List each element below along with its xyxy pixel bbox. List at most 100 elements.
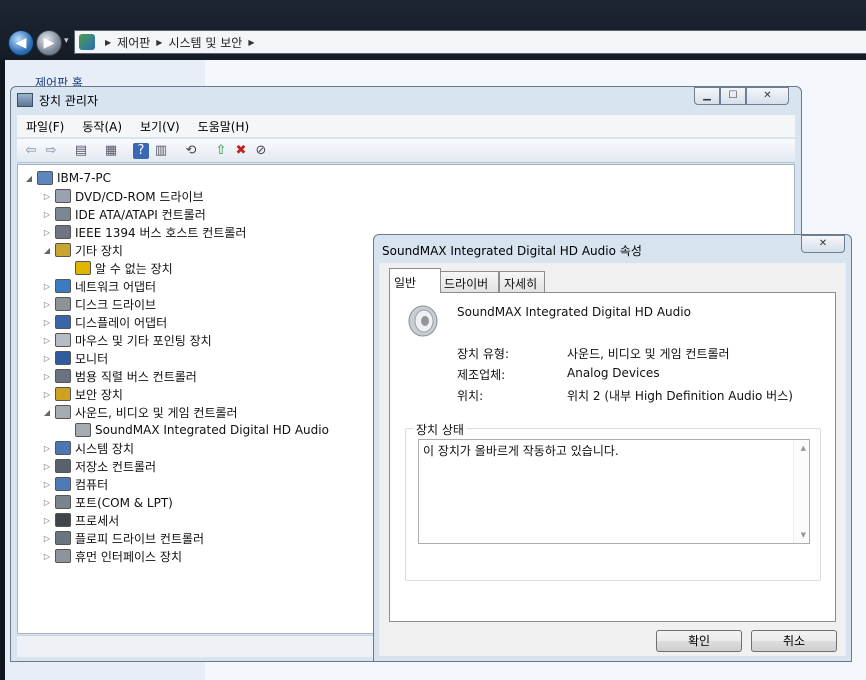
tree-item[interactable]: ▷ 모니터 bbox=[42, 349, 108, 367]
tab-details[interactable]: 자세히 bbox=[499, 271, 545, 292]
expand-arrow-icon[interactable]: ▷ bbox=[42, 444, 52, 453]
expand-arrow-icon[interactable]: ▷ bbox=[42, 372, 52, 381]
update-driver-icon[interactable]: ⇧ bbox=[213, 143, 229, 159]
tree-item-label: 프로세서 bbox=[75, 513, 120, 528]
show-hide-console-tree-icon[interactable]: ▤ bbox=[73, 143, 89, 159]
manufacturer-value: Analog Devices bbox=[567, 366, 660, 380]
computer-root-icon bbox=[37, 171, 53, 185]
breadcrumb-control-panel[interactable]: 제어판 bbox=[117, 34, 150, 51]
tree-root-computer[interactable]: ◢ IBM-7-PC bbox=[24, 169, 111, 187]
location-label: 위치: bbox=[457, 389, 484, 403]
tree-item[interactable]: ▷ 마우스 및 기타 포인팅 장치 bbox=[42, 331, 212, 349]
scroll-down-icon[interactable]: ▼ bbox=[801, 531, 806, 539]
storage-controller-icon bbox=[55, 459, 71, 473]
expand-arrow-icon[interactable]: ▷ bbox=[42, 534, 52, 543]
tree-item-label: 기타 장치 bbox=[75, 243, 123, 258]
tree-item[interactable]: ▷ DVD/CD-ROM 드라이브 bbox=[42, 187, 204, 205]
disable-device-icon[interactable]: ⊘ bbox=[253, 143, 269, 159]
address-bar[interactable]: ▶ 제어판 ▶ 시스템 및 보안 ▶ bbox=[74, 30, 866, 54]
tree-item[interactable]: SoundMAX Integrated Digital HD Audio bbox=[62, 421, 329, 439]
tree-item[interactable]: ▷ 저장소 컨트롤러 bbox=[42, 457, 156, 475]
collapse-arrow-icon[interactable]: ◢ bbox=[42, 408, 52, 417]
scroll-up-icon[interactable]: ▲ bbox=[801, 444, 806, 452]
menu-bar: 파일(F) 동작(A) 보기(V) 도움말(H) bbox=[17, 115, 795, 137]
expand-arrow-icon[interactable]: ▷ bbox=[42, 516, 52, 525]
tree-item[interactable]: ▷ 디스플레이 어댑터 bbox=[42, 313, 167, 331]
breadcrumb-separator-icon[interactable]: ▶ bbox=[248, 38, 254, 47]
tree-item[interactable]: ▷ 휴먼 인터페이스 장치 bbox=[42, 547, 182, 565]
expand-arrow-icon[interactable]: ▷ bbox=[42, 354, 52, 363]
breadcrumb-separator-icon[interactable]: ▶ bbox=[156, 38, 162, 47]
minimize-button[interactable]: ▁ bbox=[694, 87, 720, 105]
device-manager-titlebar[interactable]: 장치 관리자 ▁ ☐ ✕ bbox=[11, 87, 801, 113]
expand-arrow-icon[interactable]: ▷ bbox=[42, 390, 52, 399]
expand-arrow-icon[interactable]: ▷ bbox=[42, 498, 52, 507]
tab-driver[interactable]: 드라이버 bbox=[439, 271, 499, 292]
tree-item-label: 모니터 bbox=[75, 351, 109, 366]
expand-arrow-icon[interactable]: ▷ bbox=[42, 300, 52, 309]
help-icon[interactable]: ? bbox=[133, 143, 149, 159]
menu-file[interactable]: 파일(F) bbox=[17, 118, 73, 135]
location-value: 위치 2 (내부 High Definition Audio 버스) bbox=[567, 389, 793, 403]
properties-icon[interactable]: ▦ bbox=[103, 143, 119, 159]
floppy-controller-icon bbox=[55, 531, 71, 545]
network-adapter-icon bbox=[55, 279, 71, 293]
tree-item-label: IBM-7-PC bbox=[57, 171, 112, 185]
tree-item-label: IDE ATA/ATAPI 컨트롤러 bbox=[75, 207, 206, 222]
tree-item[interactable]: ▷ 보안 장치 bbox=[42, 385, 123, 403]
back-button[interactable]: ◀ bbox=[8, 30, 34, 56]
tree-item[interactable]: ▷ 시스템 장치 bbox=[42, 439, 134, 457]
tree-item-label: 저장소 컨트롤러 bbox=[75, 459, 157, 474]
expand-arrow-icon[interactable]: ▷ bbox=[42, 480, 52, 489]
tree-item[interactable]: ▷ 포트(COM & LPT) bbox=[42, 493, 173, 511]
forward-arrow-icon[interactable]: ⇨ bbox=[43, 143, 59, 159]
expand-arrow-icon[interactable]: ▷ bbox=[42, 336, 52, 345]
tree-item[interactable]: ◢ 사운드, 비디오 및 게임 컨트롤러 bbox=[42, 403, 238, 421]
forward-button[interactable]: ▶ bbox=[36, 30, 62, 56]
tree-item[interactable]: 알 수 없는 장치 bbox=[62, 259, 173, 277]
tree-item[interactable]: ▷ 컴퓨터 bbox=[42, 475, 108, 493]
back-arrow-icon[interactable]: ⇦ bbox=[23, 143, 39, 159]
tree-item[interactable]: ◢ 기타 장치 bbox=[42, 241, 123, 259]
tree-item[interactable]: ▷ 프로세서 bbox=[42, 511, 119, 529]
dialog-close-button[interactable]: ✕ bbox=[801, 235, 845, 253]
menu-help[interactable]: 도움말(H) bbox=[189, 118, 259, 135]
expand-arrow-icon[interactable]: ▷ bbox=[42, 318, 52, 327]
tree-item-label: 시스템 장치 bbox=[75, 441, 135, 456]
close-button[interactable]: ✕ bbox=[746, 87, 789, 105]
toolbar: ⇦ ⇨ ▤ ▦ ? ▥ ⟲ ⇧ ✖ ⊘ bbox=[17, 139, 795, 163]
recent-pages-chevron-icon[interactable]: ▾ bbox=[64, 36, 69, 46]
device-manager-icon bbox=[17, 93, 33, 107]
tree-item[interactable]: ▷ 네트워크 어댑터 bbox=[42, 277, 156, 295]
expand-arrow-icon[interactable]: ▷ bbox=[42, 552, 52, 561]
maximize-button[interactable]: ☐ bbox=[720, 87, 746, 105]
expand-arrow-icon[interactable]: ▷ bbox=[42, 462, 52, 471]
ok-button[interactable]: 확인 bbox=[656, 630, 742, 652]
tree-item[interactable]: ▷ 플로피 드라이브 컨트롤러 bbox=[42, 529, 204, 547]
tree-item[interactable]: ▷ 범용 직렬 버스 컨트롤러 bbox=[42, 367, 197, 385]
tree-item-label: IEEE 1394 버스 호스트 컨트롤러 bbox=[75, 225, 247, 240]
menu-action[interactable]: 동작(A) bbox=[73, 118, 131, 135]
collapse-arrow-icon[interactable]: ◢ bbox=[42, 246, 52, 255]
tree-item[interactable]: ▷ IEEE 1394 버스 호스트 컨트롤러 bbox=[42, 223, 246, 241]
expand-arrow-icon[interactable]: ▷ bbox=[42, 282, 52, 291]
tree-item[interactable]: ▷ IDE ATA/ATAPI 컨트롤러 bbox=[42, 205, 206, 223]
device-status-textbox[interactable]: 이 장치가 올바르게 작동하고 있습니다. ▲ ▼ bbox=[418, 439, 810, 544]
expand-arrow-icon[interactable]: ▷ bbox=[42, 228, 52, 237]
breadcrumb-separator-icon[interactable]: ▶ bbox=[105, 38, 111, 47]
cancel-button[interactable]: 취소 bbox=[751, 630, 837, 652]
tab-general[interactable]: 일반 bbox=[389, 268, 441, 293]
scan-hardware-icon[interactable]: ⟲ bbox=[183, 143, 199, 159]
breadcrumb-system-security[interactable]: 시스템 및 보안 bbox=[168, 34, 242, 51]
status-scrollbar[interactable]: ▲ ▼ bbox=[793, 440, 809, 543]
ide-controller-icon bbox=[55, 207, 71, 221]
expand-arrow-icon[interactable]: ▷ bbox=[42, 192, 52, 201]
menu-view[interactable]: 보기(V) bbox=[131, 118, 189, 135]
tree-item-label: 네트워크 어댑터 bbox=[75, 279, 157, 294]
collapse-arrow-icon[interactable]: ◢ bbox=[24, 174, 34, 183]
tree-item[interactable]: ▷ 디스크 드라이브 bbox=[42, 295, 156, 313]
expand-arrow-icon[interactable]: ▷ bbox=[42, 210, 52, 219]
uninstall-icon[interactable]: ✖ bbox=[233, 143, 249, 159]
action-pane-icon[interactable]: ▥ bbox=[153, 143, 169, 159]
speaker-icon bbox=[55, 405, 71, 419]
